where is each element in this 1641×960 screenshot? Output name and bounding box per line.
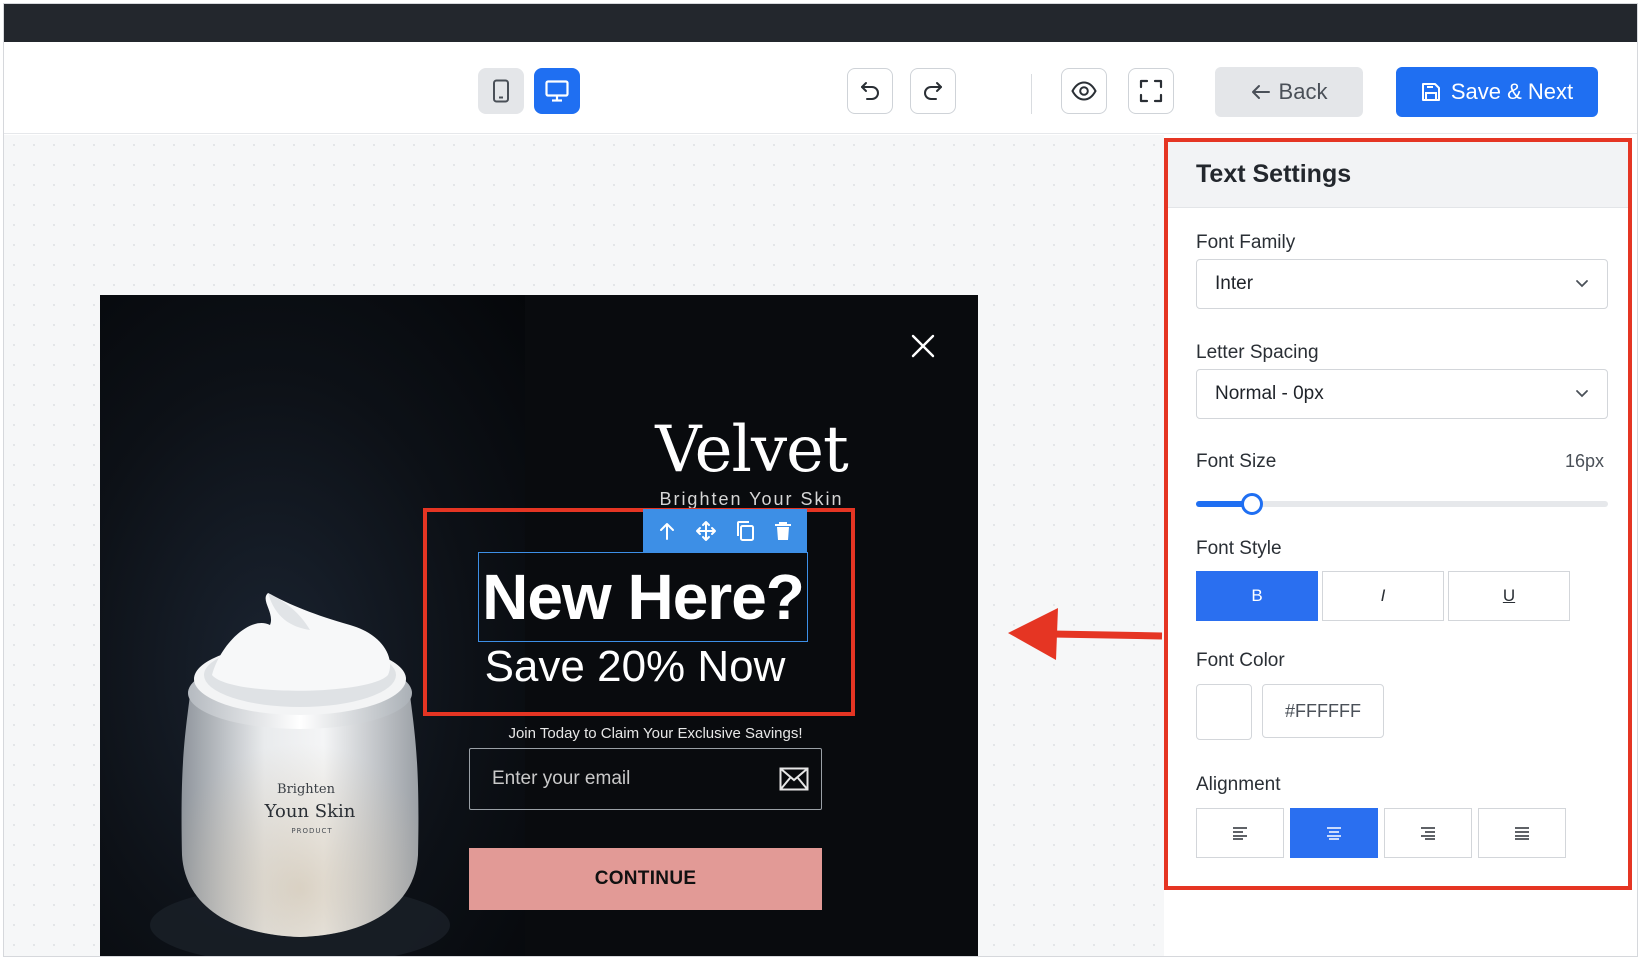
text-settings-panel: Text Settings Font Family Inter Letter S…	[1164, 138, 1632, 890]
align-justify-button[interactable]	[1478, 808, 1566, 858]
editor-toolbar: Back Save & Next	[4, 42, 1637, 134]
mobile-icon	[493, 79, 509, 103]
align-left-icon	[1233, 827, 1247, 840]
desktop-icon	[545, 80, 569, 102]
align-right-button[interactable]	[1384, 808, 1472, 858]
align-center-icon	[1327, 827, 1341, 840]
save-icon	[1421, 83, 1440, 101]
subheadline-text[interactable]: Save 20% Now	[429, 642, 841, 692]
font-style-label: Font Style	[1196, 538, 1282, 559]
mobile-view-button[interactable]	[478, 68, 524, 114]
app-window: Back Save & Next Brighten Youn Skin PROD…	[3, 3, 1638, 957]
chevron-down-icon	[1576, 390, 1588, 398]
desktop-view-button[interactable]	[534, 68, 580, 114]
align-right-icon	[1421, 827, 1435, 840]
jar-label-top: Brighten	[277, 782, 336, 797]
annotation-arrow	[1008, 608, 1163, 660]
font-size-slider[interactable]	[1196, 493, 1608, 515]
fullscreen-button[interactable]	[1128, 68, 1174, 114]
align-justify-icon	[1515, 827, 1529, 840]
panel-title: Text Settings	[1168, 142, 1628, 208]
eye-icon	[1071, 81, 1097, 101]
font-color-hex[interactable]: #FFFFFF	[1262, 684, 1384, 738]
arrow-left-icon	[1251, 85, 1270, 99]
underline-button[interactable]: U	[1448, 571, 1570, 621]
font-color-swatch[interactable]	[1196, 684, 1252, 740]
letter-spacing-select[interactable]: Normal - 0px	[1196, 369, 1608, 419]
chevron-down-icon	[1576, 280, 1588, 288]
font-size-value: 16px	[1564, 451, 1604, 471]
redo-icon	[924, 82, 942, 100]
join-text: Join Today to Claim Your Exclusive Savin…	[508, 725, 803, 742]
email-input[interactable]: Enter your email	[469, 748, 822, 810]
envelope-icon	[779, 767, 809, 791]
continue-button[interactable]: CONTINUE	[469, 848, 822, 910]
toolbar-divider	[1031, 74, 1032, 114]
element-toolbar	[643, 509, 807, 553]
headline-text: New Here?	[482, 561, 805, 633]
back-button-label: Back	[1278, 79, 1328, 104]
duplicate-icon[interactable]	[735, 520, 755, 542]
brand-tagline: Brighten Your Skin	[659, 489, 844, 509]
font-family-select[interactable]: Inter	[1196, 259, 1608, 309]
move-up-icon[interactable]	[658, 521, 676, 541]
jar-label-main: Youn Skin	[264, 801, 356, 822]
redo-button[interactable]	[910, 68, 956, 114]
align-left-button[interactable]	[1196, 808, 1284, 858]
preview-button[interactable]	[1061, 68, 1107, 114]
back-button[interactable]: Back	[1215, 67, 1363, 117]
font-family-value: Inter	[1215, 273, 1254, 294]
fullscreen-icon	[1139, 79, 1163, 103]
delete-icon[interactable]	[774, 521, 792, 541]
alignment-label: Alignment	[1196, 774, 1281, 795]
email-placeholder: Enter your email	[492, 768, 631, 789]
font-color-label: Font Color	[1196, 650, 1285, 671]
align-center-button[interactable]	[1290, 808, 1378, 858]
letter-spacing-label: Letter Spacing	[1196, 342, 1319, 363]
save-next-button[interactable]: Save & Next	[1396, 67, 1598, 117]
italic-button[interactable]: I	[1322, 571, 1444, 621]
jar-label-bottom: PRODUCT	[291, 827, 332, 835]
save-next-label: Save & Next	[1450, 79, 1574, 104]
font-size-slider-thumb[interactable]	[1240, 493, 1263, 515]
bold-button[interactable]: B	[1196, 571, 1318, 621]
undo-icon	[861, 82, 879, 100]
font-family-label: Font Family	[1196, 232, 1296, 253]
drag-move-icon[interactable]	[695, 520, 717, 542]
letter-spacing-value: Normal - 0px	[1215, 383, 1324, 404]
font-size-label: Font Size	[1196, 451, 1277, 472]
brand-logo: Velvet	[655, 413, 848, 487]
headline-text-block[interactable]: New Here?	[478, 552, 808, 642]
close-icon[interactable]	[910, 333, 936, 359]
top-bar	[4, 4, 1637, 42]
undo-button[interactable]	[847, 68, 893, 114]
